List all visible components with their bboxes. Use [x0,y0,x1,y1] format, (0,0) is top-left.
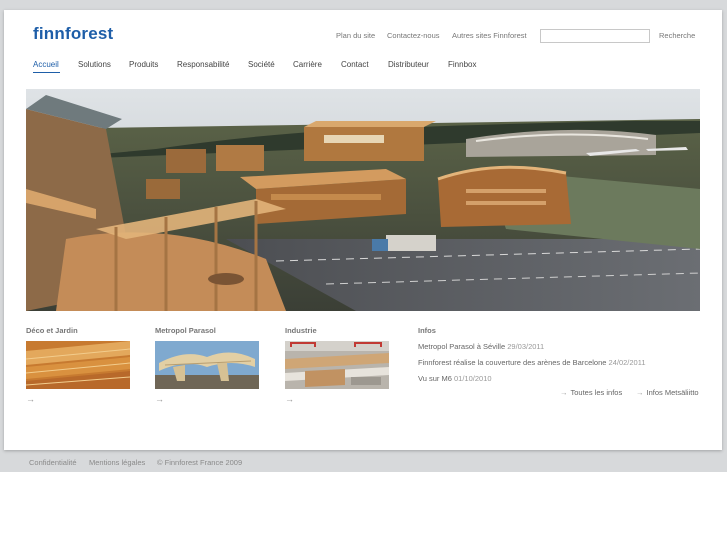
page-container: finnforest Plan du site Contactez-nous A… [4,10,722,450]
metropol-parasol-arrow-icon[interactable]: → [155,394,164,404]
feature-title-metropol-parasol[interactable]: Metropol Parasol [155,326,216,335]
metsaliitto-news-label: Infos Metsäliitto [646,388,699,397]
nav-societe[interactable]: Société [248,60,275,69]
contact-us-link[interactable]: Contactez-nous [387,31,440,40]
nav-distributeur[interactable]: Distributeur [388,60,429,69]
nav-solutions[interactable]: Solutions [78,60,111,69]
feature-title-deco-jardin[interactable]: Déco et Jardin [26,326,78,335]
industrie-arrow-icon[interactable]: → [285,394,294,404]
metsaliitto-news-link[interactable]: → Infos Metsäliitto [636,388,699,397]
news-item[interactable]: Finnforest réalise la couverture des arè… [418,358,646,367]
arrow-right-icon: → [636,388,644,397]
finnforest-logo[interactable]: finnforest [33,24,113,44]
news-item-text: Finnforest réalise la couverture des arè… [418,358,607,367]
all-news-link[interactable]: → Toutes les infos [560,388,622,397]
footer-copyright: © Finnforest France 2009 [157,458,243,467]
nav-contact[interactable]: Contact [341,60,369,69]
nav-carriere[interactable]: Carrière [293,60,322,69]
news-item-date: 29/03/2011 [507,342,545,351]
news-item-text: Metropol Parasol à Séville [418,342,506,351]
feature-title-industrie[interactable]: Industrie [285,326,317,335]
search-button[interactable]: Recherche [659,31,695,40]
news-item[interactable]: Vu sur M6 01/10/2010 [418,374,492,383]
nav-produits[interactable]: Produits [129,60,158,69]
news-item[interactable]: Metropol Parasol à Séville 29/03/2011 [418,342,544,351]
deco-jardin-arrow-icon[interactable]: → [26,394,35,404]
top-band [0,0,727,10]
nav-accueil[interactable]: Accueil [33,60,59,69]
sitemap-link[interactable]: Plan du site [336,31,375,40]
arrow-right-icon: → [560,388,568,397]
footer-privacy-link[interactable]: Confidentialité [29,458,77,467]
news-item-text: Vu sur M6 [418,374,452,383]
footer-legal-link[interactable]: Mentions légales [89,458,145,467]
all-news-label: Toutes les infos [570,388,623,397]
hero-image [26,89,700,311]
industrie-thumbnail[interactable] [285,341,389,389]
infos-title: Infos [418,326,436,335]
nav-finnbox[interactable]: Finnbox [448,60,476,69]
search-input[interactable] [540,29,650,43]
metropol-parasol-thumbnail[interactable] [155,341,259,389]
news-item-date: 01/10/2010 [454,374,492,383]
news-item-date: 24/02/2011 [608,358,646,367]
active-nav-underline [33,72,60,73]
deco-jardin-thumbnail[interactable] [26,341,130,389]
other-sites-link[interactable]: Autres sites Finnforest [452,31,527,40]
nav-responsabilite[interactable]: Responsabilité [177,60,229,69]
